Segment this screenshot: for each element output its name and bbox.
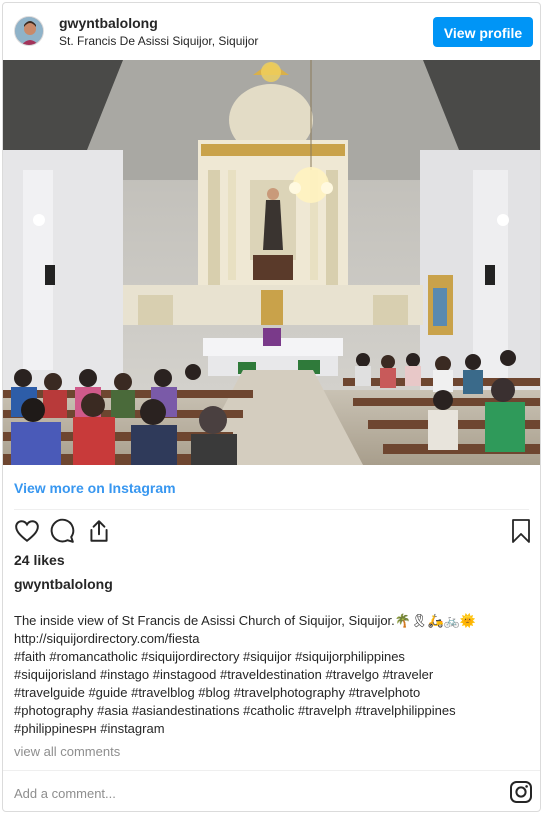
comment-icon[interactable] [49,518,75,549]
view-profile-button[interactable]: View profile [433,17,533,47]
bookmark-icon[interactable] [509,518,533,549]
caption-line: The inside view of St Francis de Asissi … [14,613,477,628]
likes-count[interactable]: 24 likes [14,552,65,568]
instagram-embed-card: gwyntbalolong St. Francis De Asissi Siqu… [2,2,541,812]
divider [14,509,529,510]
location[interactable]: St. Francis De Asissi Siquijor, Siquijor [59,34,258,48]
share-icon[interactable] [86,518,112,549]
post-image[interactable] [3,60,540,465]
caption-text: The inside view of St Francis de Asissi … [14,612,529,738]
view-all-comments-link[interactable]: view all comments [14,744,120,759]
caption-link[interactable]: http://siquijordirectory.com/fiesta [14,630,529,648]
avatar[interactable] [14,16,44,46]
post-header: gwyntbalolong St. Francis De Asissi Siqu… [3,3,540,61]
view-more-link[interactable]: View more on Instagram [14,480,176,496]
instagram-icon[interactable] [509,780,533,809]
caption-username[interactable]: gwyntbalolong [14,576,113,592]
caption-hashtags[interactable]: #travelguide #guide #travelblog #blog #t… [14,684,529,702]
username[interactable]: gwyntbalolong [59,15,158,31]
caption-hashtags[interactable]: #philippinesᴘʜ #instagram [14,720,529,738]
caption-hashtags[interactable]: #faith #romancatholic #siquijordirectory… [14,648,529,666]
caption-hashtags[interactable]: #siquijorisland #instago #instagood #tra… [14,666,529,684]
caption-hashtags[interactable]: #photography #asia #asiandestinations #c… [14,702,529,720]
divider [3,770,540,771]
heart-icon[interactable] [14,518,40,549]
add-comment-input[interactable]: Add a comment... [14,786,116,801]
